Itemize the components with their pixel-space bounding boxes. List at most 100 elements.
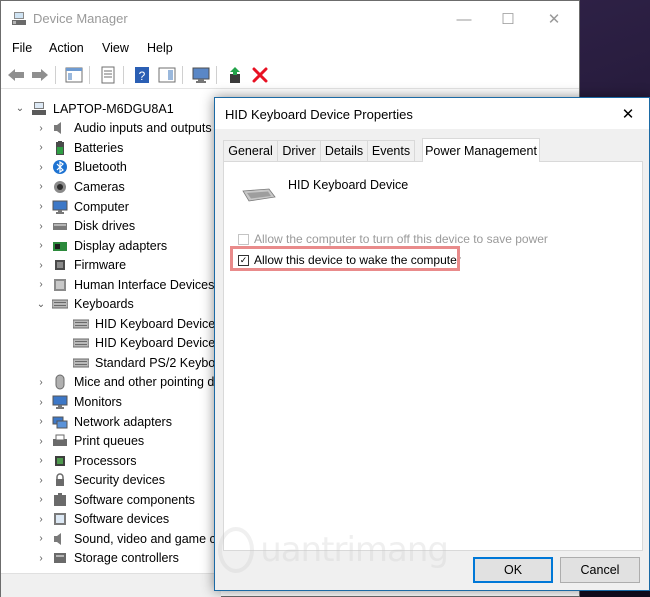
svg-text:?: ? — [139, 69, 146, 83]
show-hide-console-tree-button[interactable] — [64, 65, 84, 85]
chevron-right-icon[interactable]: › — [36, 416, 46, 427]
horizontal-scrollbar[interactable] — [1, 573, 221, 597]
chevron-right-icon[interactable]: › — [36, 123, 46, 134]
close-button[interactable]: ✕ — [531, 1, 577, 37]
chevron-right-icon[interactable]: › — [36, 436, 46, 447]
tree-category-item[interactable]: › Cameras — [1, 177, 124, 197]
chevron-right-icon[interactable]: › — [36, 494, 46, 505]
menu-view[interactable]: View — [102, 41, 129, 55]
hid-icon — [54, 278, 66, 291]
menu-file[interactable]: File — [12, 41, 32, 55]
tree-category-item[interactable]: › Firmware — [1, 255, 126, 275]
tree-item-label: Print queues — [74, 434, 145, 449]
tree-category-item[interactable]: › Disk drives — [1, 216, 135, 236]
scan-hardware-button[interactable] — [191, 65, 211, 85]
tree-category-item[interactable]: › Display adapters — [1, 236, 167, 256]
chevron-right-icon[interactable]: › — [36, 475, 46, 486]
tree-category-item[interactable]: › Mice and other pointing devices — [1, 373, 221, 393]
tree-category-item[interactable]: › Software devices — [1, 510, 169, 530]
tree-category-item[interactable]: › Software components — [1, 490, 195, 510]
update-driver-button[interactable] — [225, 65, 245, 85]
device-tree: ⌄ LAPTOP-M6DGU8A1 › Audio inputs and outp… — [1, 93, 221, 573]
forward-button[interactable] — [30, 65, 50, 85]
speaker-icon — [54, 122, 61, 135]
tab-driver[interactable]: Driver — [277, 140, 321, 161]
close-icon: ✕ — [547, 11, 561, 28]
toolbar-separator — [216, 66, 217, 84]
battery-icon — [56, 140, 64, 155]
ok-button[interactable]: OK — [473, 557, 553, 583]
chevron-right-icon[interactable]: › — [36, 142, 46, 153]
tab-events-label: Events — [371, 144, 411, 158]
chevron-right-icon[interactable]: › — [36, 260, 46, 271]
maximize-button[interactable]: ☐ — [485, 1, 531, 37]
tree-category-item[interactable]: › Batteries — [1, 138, 123, 158]
tree-root[interactable]: ⌄ LAPTOP-M6DGU8A1 — [1, 99, 174, 119]
toolbar-separator — [55, 66, 56, 84]
chevron-down-icon[interactable]: ⌄ — [36, 299, 46, 310]
chevron-right-icon[interactable]: › — [36, 514, 46, 525]
chevron-right-icon[interactable]: › — [36, 455, 46, 466]
allow-turn-off-option: Allow the computer to turn off this devi… — [238, 232, 548, 246]
chevron-right-icon[interactable]: › — [36, 533, 46, 544]
close-icon: ✕ — [621, 105, 635, 123]
dialog-title-bar: HID Keyboard Device Properties ✕ — [215, 98, 649, 129]
tree-item-label: Human Interface Devices — [74, 277, 215, 292]
chevron-right-icon[interactable]: › — [36, 240, 46, 251]
chevron-right-icon[interactable]: › — [36, 221, 46, 232]
tree-device-item[interactable]: HID Keyboard Device — [1, 314, 215, 334]
tab-events[interactable]: Events — [367, 140, 415, 161]
tree-device-item[interactable]: Standard PS/2 Keyboard — [1, 353, 221, 373]
chevron-right-icon[interactable]: › — [36, 553, 46, 564]
uninstall-device-button[interactable] — [250, 65, 270, 85]
tree-category-item[interactable]: ⌄ Keyboards — [1, 295, 134, 315]
tab-general-label: General — [228, 144, 273, 158]
tree-category-item[interactable]: › Monitors — [1, 392, 122, 412]
menu-action[interactable]: Action — [49, 41, 84, 55]
security-icon — [56, 473, 64, 487]
chevron-right-icon[interactable]: › — [36, 181, 46, 192]
tree-category-item[interactable]: › Network adapters — [1, 412, 172, 432]
properties-button[interactable] — [98, 65, 118, 85]
tree-category-item[interactable]: › Sound, video and game controllers — [1, 529, 221, 549]
tree-category-item[interactable]: › Human Interface Devices — [1, 275, 214, 295]
action-pane-button[interactable] — [157, 65, 177, 85]
chevron-down-icon[interactable]: ⌄ — [15, 103, 25, 114]
chevron-right-icon[interactable]: › — [36, 377, 46, 388]
tree-item-label: Firmware — [74, 258, 127, 273]
tree-category-item[interactable]: › Print queues — [1, 431, 144, 451]
help-button[interactable]: ? — [132, 65, 152, 85]
tree-category-item[interactable]: › Storage controllers — [1, 549, 179, 569]
tree-item-label: Audio inputs and outputs — [74, 121, 212, 136]
menu-help[interactable]: Help — [147, 41, 173, 55]
network-icon — [52, 416, 68, 429]
tree-category-item[interactable]: › Computer — [1, 197, 129, 217]
chevron-right-icon[interactable]: › — [36, 162, 46, 173]
tree-item-label: Storage controllers — [74, 551, 179, 566]
dialog-close-button[interactable]: ✕ — [607, 98, 649, 129]
device-name: HID Keyboard Device — [288, 178, 409, 192]
back-button[interactable] — [6, 65, 26, 85]
monitor-icon — [52, 200, 68, 214]
cancel-button[interactable]: Cancel — [560, 557, 640, 583]
tab-power-management[interactable]: Power Management — [422, 138, 540, 162]
device-manager-icon — [12, 12, 26, 25]
tab-general[interactable]: General — [223, 140, 278, 161]
chevron-right-icon[interactable]: › — [36, 397, 46, 408]
camera-icon — [54, 180, 66, 193]
tree-item-label: Standard PS/2 Keyboard — [95, 355, 221, 370]
tree-category-item[interactable]: › Audio inputs and outputs — [1, 119, 212, 139]
keyboard-device-icon — [242, 188, 276, 202]
toolbar-separator — [182, 66, 183, 84]
chevron-right-icon[interactable]: › — [36, 279, 46, 290]
tree-item-label: HID Keyboard Device — [95, 316, 216, 331]
chevron-right-icon[interactable]: › — [36, 201, 46, 212]
minimize-button[interactable]: — — [441, 1, 487, 37]
tab-details[interactable]: Details — [320, 140, 368, 161]
tree-device-item[interactable]: HID Keyboard Device — [1, 334, 215, 354]
tree-category-item[interactable]: › Bluetooth — [1, 158, 127, 178]
menu-bar: File Action View Help — [1, 37, 579, 59]
tree-category-item[interactable]: › Processors — [1, 451, 136, 471]
tree-category-item[interactable]: › Security devices — [1, 470, 165, 490]
tree-item-label: Computer — [74, 199, 129, 214]
